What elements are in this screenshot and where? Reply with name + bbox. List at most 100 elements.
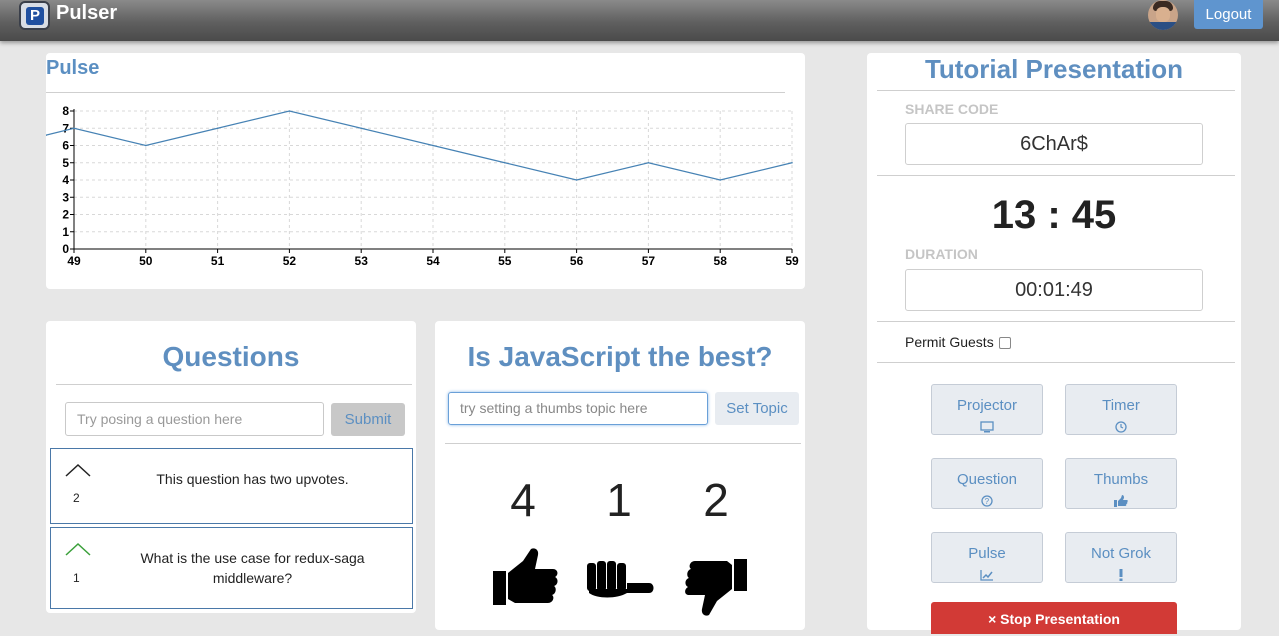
permit-guests[interactable]: Permit Guests xyxy=(905,334,1011,350)
not-grok-label: Not Grok xyxy=(1090,545,1151,562)
timer-button[interactable]: Timer xyxy=(1065,384,1177,435)
clock-display: 13 : 45 xyxy=(991,193,1117,237)
line-chart-icon xyxy=(980,570,993,581)
submit-question-button[interactable]: Submit xyxy=(331,403,405,436)
top-bar: P Pulser Logout xyxy=(0,0,1279,41)
svg-text:?: ? xyxy=(985,497,990,506)
duration-label: DURATION xyxy=(905,246,978,262)
thumbs-topic-title: Is JavaScript the best? xyxy=(467,341,773,372)
x-tick-label: 54 xyxy=(426,254,440,268)
logout-button[interactable]: Logout xyxy=(1194,0,1263,29)
thumbs-panel: Is JavaScript the best? try setting a th… xyxy=(435,321,805,630)
pulse-panel: Pulse 49 50 51 52 53 54 55 56 57 58 59 0 1 2 3 4 5 6 7 8 xyxy=(46,53,805,289)
x-tick-label: 53 xyxy=(355,254,369,268)
data-point xyxy=(73,127,75,130)
logo-letter: P xyxy=(26,7,44,25)
x-tick-label: 58 xyxy=(714,254,728,268)
stop-presentation-button[interactable]: × Stop Presentation xyxy=(931,602,1177,634)
x-tick-label: 50 xyxy=(139,254,153,268)
x-tick-label: 49 xyxy=(67,254,81,268)
x-tick-label: 51 xyxy=(211,254,225,268)
thumbs-up-count: 4 xyxy=(510,474,536,526)
thumbs-sideways-count: 1 xyxy=(606,474,632,526)
data-point xyxy=(216,127,219,130)
monitor-icon xyxy=(980,421,994,433)
divider xyxy=(445,443,801,444)
permit-guests-checkbox[interactable] xyxy=(998,337,1011,349)
y-tick-label: 6 xyxy=(62,139,69,153)
pulse-button[interactable]: Pulse xyxy=(931,532,1043,583)
data-point xyxy=(145,144,147,147)
question-input[interactable]: Try posing a question here xyxy=(65,402,324,436)
y-tick-label: 5 xyxy=(62,156,69,170)
y-tick-label: 1 xyxy=(62,225,69,239)
y-tick-label: 7 xyxy=(62,121,69,135)
thumbs-topic-input[interactable]: try setting a thumbs topic here xyxy=(448,392,708,425)
thumbs-up-icon xyxy=(1114,495,1128,507)
clock-icon xyxy=(1115,421,1127,433)
vote-count: 1 xyxy=(73,571,80,585)
x-tick-label: 59 xyxy=(785,254,799,268)
timer-label: Timer xyxy=(1102,397,1140,414)
thumbs-up-icon[interactable] xyxy=(493,547,559,607)
divider xyxy=(877,362,1235,363)
divider xyxy=(877,321,1235,322)
y-tick-label: 0 xyxy=(62,242,69,256)
divider xyxy=(877,90,1235,91)
projector-button[interactable]: Projector xyxy=(931,384,1043,435)
data-point xyxy=(791,161,793,164)
divider xyxy=(56,384,412,385)
presentation-panel: Tutorial Presentation SHARE CODE 6ChAr$ … xyxy=(867,53,1241,634)
data-point xyxy=(719,179,721,181)
thumbs-sideways-icon[interactable] xyxy=(587,559,657,601)
help-circle-icon: ? xyxy=(981,495,993,507)
data-point xyxy=(360,127,363,130)
question-text: This question has two upvotes. xyxy=(156,471,349,487)
vote-count: 2 xyxy=(73,491,80,505)
x-tick-label: 56 xyxy=(570,254,584,268)
projector-label: Projector xyxy=(956,397,1018,414)
thumbs-down-icon[interactable] xyxy=(685,559,747,617)
x-tick-label: 55 xyxy=(498,254,512,268)
pulse-label: Pulse xyxy=(968,545,1006,562)
y-tick-label: 4 xyxy=(62,173,69,187)
upvote-chevron-icon[interactable] xyxy=(65,542,91,556)
divider xyxy=(46,92,785,93)
data-point xyxy=(647,161,650,164)
not-grok-button[interactable]: Not Grok xyxy=(1065,532,1177,583)
share-code-label: SHARE CODE xyxy=(905,101,999,117)
divider xyxy=(877,175,1235,176)
data-point xyxy=(288,110,291,112)
pulse-title: Pulse xyxy=(46,57,100,79)
app-logo[interactable]: P xyxy=(19,1,50,30)
exclamation-icon xyxy=(1119,569,1123,581)
question-button[interactable]: Question ? xyxy=(931,458,1043,509)
duration-field: 00:01:49 xyxy=(905,269,1203,311)
y-tick-label: 8 xyxy=(62,104,69,118)
set-topic-button[interactable]: Set Topic xyxy=(715,392,799,425)
questions-title: Questions xyxy=(162,341,300,372)
questions-panel: Questions Try posing a question here Sub… xyxy=(46,321,416,613)
data-point xyxy=(504,161,506,164)
presentation-title: Tutorial Presentation xyxy=(924,54,1184,84)
thumbs-label: Thumbs xyxy=(1093,471,1149,488)
close-icon: × xyxy=(988,611,997,627)
data-point xyxy=(575,179,578,181)
question-item[interactable]: 1 What is the use case for redux-saga mi… xyxy=(50,527,413,609)
share-code-field[interactable]: 6ChAr$ xyxy=(905,123,1203,165)
question-text: What is the use case for redux-saga midd… xyxy=(140,550,365,586)
app-name[interactable]: Pulser xyxy=(56,2,117,24)
thumbs-button[interactable]: Thumbs xyxy=(1065,458,1177,509)
user-avatar[interactable] xyxy=(1148,0,1178,30)
question-item[interactable]: 2 This question has two upvotes. xyxy=(50,448,413,524)
question-label: Question xyxy=(956,471,1018,488)
stop-presentation-label: Stop Presentation xyxy=(1000,611,1120,627)
x-tick-label: 57 xyxy=(642,254,656,268)
permit-guests-label: Permit Guests xyxy=(905,334,994,350)
data-point xyxy=(432,144,434,147)
y-tick-label: 2 xyxy=(62,208,69,222)
x-tick-label: 52 xyxy=(283,254,297,268)
upvote-chevron-icon[interactable] xyxy=(65,463,91,477)
pulse-chart: 49 50 51 52 53 54 55 56 57 58 59012345678 xyxy=(46,104,799,268)
y-tick-label: 3 xyxy=(62,190,69,204)
